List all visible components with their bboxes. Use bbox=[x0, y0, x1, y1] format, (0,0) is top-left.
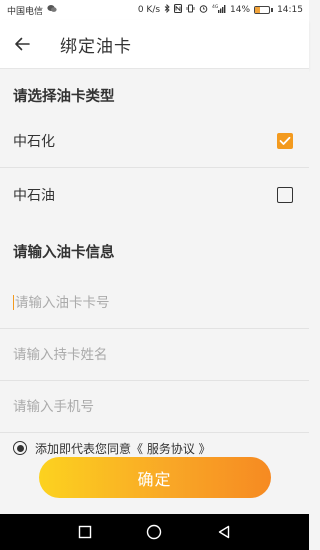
back-button[interactable] bbox=[0, 20, 44, 68]
confirm-wrap: 确定 bbox=[0, 457, 309, 498]
card-info-section-title: 请输入油卡信息 bbox=[0, 221, 309, 277]
status-right: 0 K/s 4G 14% 14:15 bbox=[137, 3, 303, 16]
battery-fill bbox=[255, 7, 260, 13]
clock: 14:15 bbox=[277, 5, 303, 15]
nav-recents-button[interactable] bbox=[73, 520, 97, 544]
carrier-label: 中国电信 bbox=[7, 6, 44, 17]
holder-name-input[interactable] bbox=[13, 346, 296, 363]
card-number-input[interactable] bbox=[15, 294, 296, 311]
card-number-row bbox=[0, 277, 309, 329]
back-arrow-icon bbox=[15, 37, 30, 51]
radio-selected-icon[interactable] bbox=[13, 441, 27, 455]
nav-home-icon bbox=[147, 524, 162, 540]
battery-percent: 14% bbox=[230, 5, 251, 15]
nfc-icon bbox=[174, 4, 183, 16]
agreement-text[interactable]: 添加即代表您同意《 服务协议 》 bbox=[35, 440, 211, 457]
confirm-button[interactable]: 确定 bbox=[38, 457, 271, 498]
card-type-option-sinopec[interactable]: 中石化 bbox=[0, 115, 309, 168]
network-speed: 0 K/s bbox=[137, 5, 161, 15]
card-type-section-title: 请选择油卡类型 bbox=[0, 69, 309, 115]
checkbox-checked-icon[interactable] bbox=[277, 133, 293, 149]
option-label: 中石油 bbox=[13, 187, 55, 204]
nav-home-button[interactable] bbox=[142, 520, 166, 544]
nav-back-icon bbox=[218, 525, 230, 539]
checkbox-empty-icon[interactable] bbox=[277, 186, 293, 203]
battery-icon bbox=[254, 6, 274, 14]
card-type-option-petrochina[interactable]: 中石油 bbox=[0, 168, 309, 221]
title-bar: 绑定油卡 bbox=[0, 20, 309, 69]
status-left: 中国电信 bbox=[7, 4, 57, 17]
alarm-icon bbox=[199, 4, 208, 16]
nav-recents-icon bbox=[78, 525, 92, 539]
holder-name-row bbox=[0, 329, 309, 381]
system-nav-bar bbox=[0, 514, 309, 550]
page-title: 绑定油卡 bbox=[60, 36, 132, 57]
signal-label: 4G bbox=[212, 4, 219, 10]
text-caret bbox=[13, 295, 14, 310]
signal-icon: 4G bbox=[212, 4, 226, 16]
vibrate-icon bbox=[186, 4, 195, 16]
wechat-notification-icon bbox=[47, 4, 57, 16]
nav-back-button[interactable] bbox=[212, 520, 236, 544]
option-label: 中石化 bbox=[13, 134, 55, 150]
phone-row bbox=[0, 381, 309, 433]
status-bar: 中国电信 0 K/s 4G 14% 14:15 bbox=[0, 0, 309, 20]
phone-input[interactable] bbox=[13, 398, 296, 415]
bluetooth-icon bbox=[164, 3, 170, 16]
